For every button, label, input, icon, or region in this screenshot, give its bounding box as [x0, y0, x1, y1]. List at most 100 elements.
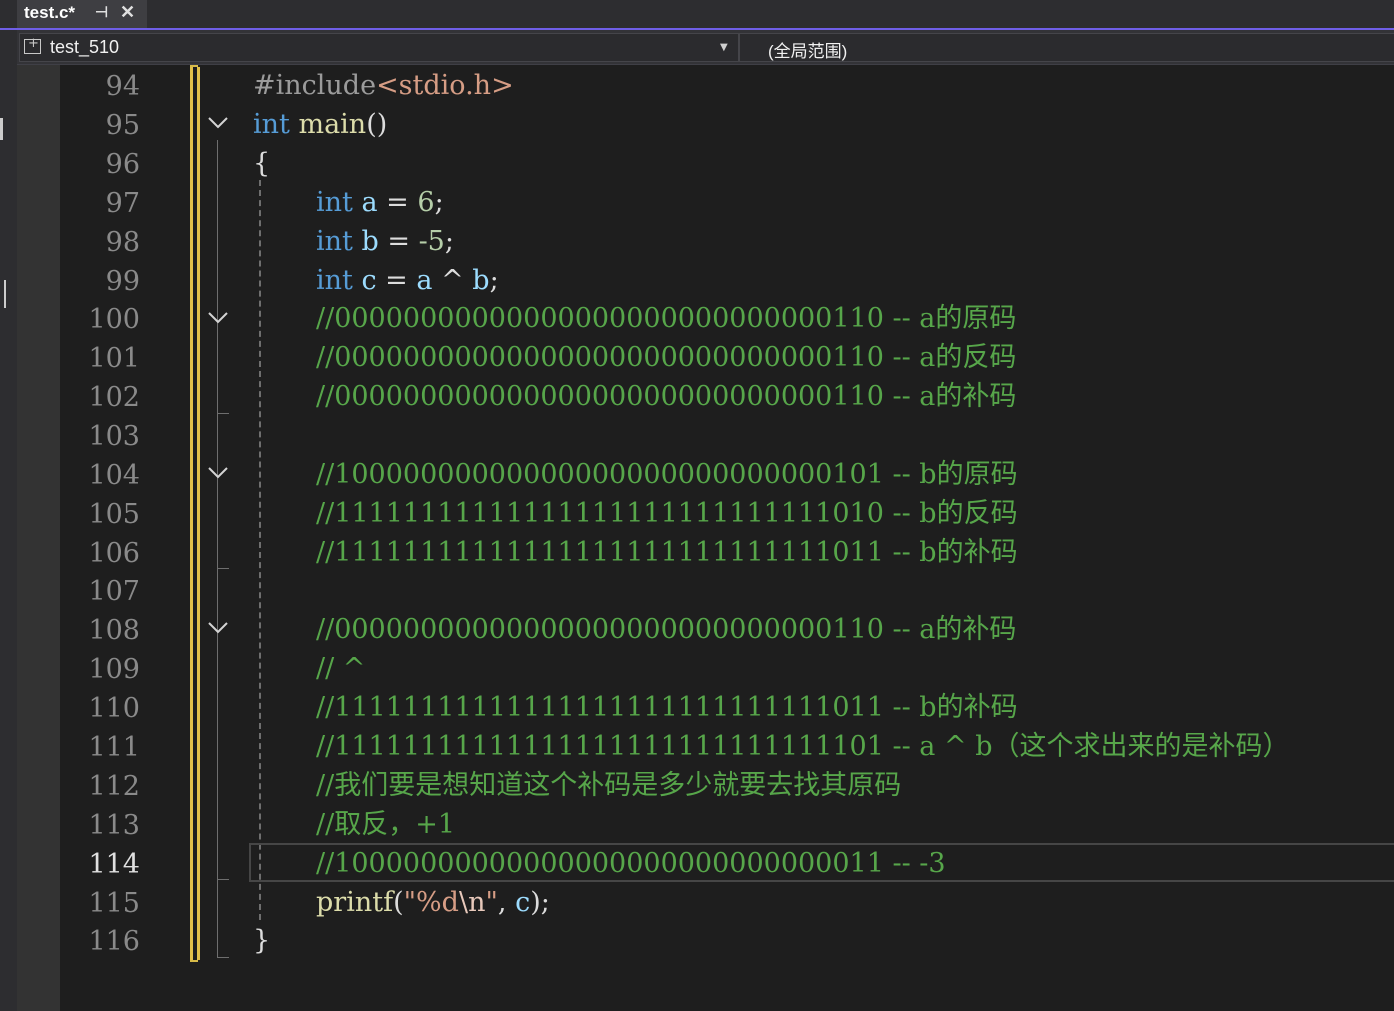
fold-guide	[217, 140, 218, 958]
comma: ,	[497, 887, 516, 918]
variable: c	[361, 265, 377, 296]
semicolon: ;	[489, 265, 499, 296]
number: 6	[417, 187, 435, 218]
scope-label: (全局范围)	[768, 42, 848, 61]
collapse-icon[interactable]	[206, 306, 230, 330]
chevron-down-icon[interactable]: ▼	[720, 42, 728, 53]
line-number: 108	[88, 615, 140, 646]
code-line-111[interactable]: //11111111111111111111111111111101 -- a …	[316, 727, 1289, 766]
code-line-105[interactable]: //11111111111111111111111111111010 -- b的…	[316, 494, 1018, 533]
keyword: int	[316, 226, 353, 257]
scope-dropdown[interactable]: (全局范围)	[739, 33, 1394, 62]
collapse-icon[interactable]	[206, 461, 230, 485]
dock-marker	[0, 118, 3, 140]
code-line-112[interactable]: //我们要是想知道这个补码是多少就要去找其原码	[316, 766, 901, 805]
line-number: 100	[88, 304, 140, 335]
tab-test-c[interactable]: test.c* ⊣ ✕	[17, 0, 147, 28]
include-header: <stdio.h>	[376, 70, 514, 101]
line-number: 112	[88, 771, 140, 802]
keyword: int	[253, 109, 290, 140]
line-number: 107	[88, 576, 140, 607]
line-number: 115	[88, 888, 140, 919]
semicolon: ;	[434, 187, 444, 218]
line-number: 106	[88, 538, 140, 569]
operator: =	[376, 265, 417, 296]
navigation-bar: test_510 ▼ (全局范围)	[17, 30, 1394, 65]
code-line-99[interactable]: int c = a ^ b;	[316, 261, 499, 300]
code-line-114[interactable]: //10000000000000000000000000000011 -- -3	[316, 844, 946, 883]
glyph-margin	[17, 65, 60, 1011]
operator: =	[377, 187, 418, 218]
code-line-115[interactable]: printf("%d\n", c);	[316, 883, 550, 922]
keyword: int	[316, 265, 353, 296]
pin-icon[interactable]: ⊣	[95, 3, 108, 21]
keyword: int	[316, 187, 353, 218]
code-line-102[interactable]: //00000000000000000000000000000110 -- a的…	[316, 377, 1016, 416]
code-line-97[interactable]: int a = 6;	[316, 183, 444, 222]
line-number: 110	[88, 693, 140, 724]
line-number: 111	[88, 732, 140, 763]
variable: b	[361, 226, 379, 257]
code-line-116[interactable]: }	[253, 921, 270, 960]
dock-marker	[4, 280, 6, 308]
function-name: main	[298, 109, 367, 140]
tab-title[interactable]: test.c*	[24, 3, 75, 23]
code-line-96[interactable]: {	[253, 144, 270, 183]
line-number: 94	[105, 71, 140, 102]
fold-end	[217, 413, 229, 414]
preprocessor-directive: #include	[253, 70, 377, 101]
line-number: 99	[105, 266, 140, 297]
paren-close: );	[530, 887, 550, 918]
code-line-109[interactable]: // ^	[316, 649, 365, 688]
code-line-104[interactable]: //10000000000000000000000000000101 -- b的…	[316, 455, 1018, 494]
variable: c	[515, 887, 531, 918]
fold-end	[217, 568, 229, 569]
code-line-106[interactable]: //11111111111111111111111111111011 -- b的…	[316, 533, 1018, 572]
line-number: 105	[88, 499, 140, 530]
code-line-100[interactable]: //00000000000000000000000000000110 -- a的…	[316, 299, 1016, 338]
code-line-110[interactable]: //11111111111111111111111111111011 -- b的…	[316, 688, 1018, 727]
project-dropdown[interactable]: test_510 ▼	[19, 33, 739, 62]
variable: b	[472, 265, 490, 296]
paren: (	[393, 887, 404, 918]
left-dock-edge	[0, 30, 17, 1011]
escape-sequence: \n	[458, 887, 486, 918]
code-line-98[interactable]: int b = -5;	[316, 222, 454, 261]
tab-strip: test.c* ⊣ ✕	[0, 0, 1394, 30]
change-tracking-bar	[190, 65, 200, 962]
project-icon	[24, 36, 41, 54]
line-number: 104	[88, 460, 140, 491]
indent-guide	[259, 180, 261, 920]
line-number: 96	[105, 149, 140, 180]
line-number: 102	[88, 382, 140, 413]
fold-end	[217, 957, 229, 958]
variable: a	[416, 265, 433, 296]
code-line-95[interactable]: int main()	[253, 105, 387, 144]
code-line-94[interactable]: #include<stdio.h>	[253, 66, 514, 105]
code-line-113[interactable]: //取反，+1	[316, 805, 455, 844]
line-number: 109	[88, 654, 140, 685]
function-name: printf	[316, 887, 394, 918]
operator: =	[378, 226, 419, 257]
line-number: 98	[105, 227, 140, 258]
operator: ^	[432, 265, 473, 296]
line-number: 113	[88, 810, 140, 841]
string-literal: "%d	[403, 887, 459, 918]
semicolon: ;	[444, 226, 454, 257]
line-number: 116	[88, 926, 140, 957]
code-line-101[interactable]: //00000000000000000000000000000110 -- a的…	[316, 338, 1016, 377]
line-number: 103	[88, 421, 140, 452]
collapse-icon[interactable]	[206, 111, 230, 135]
fold-end	[217, 879, 229, 880]
project-label: test_510	[50, 37, 120, 57]
variable: a	[361, 187, 378, 218]
collapse-icon[interactable]	[206, 616, 230, 640]
code-line-108[interactable]: //00000000000000000000000000000110 -- a的…	[316, 610, 1016, 649]
parens: ()	[366, 109, 388, 140]
number: -5	[418, 226, 445, 257]
close-icon[interactable]: ✕	[120, 2, 135, 23]
line-number-current: 114	[88, 849, 140, 880]
line-number: 101	[88, 343, 140, 374]
line-number: 97	[105, 188, 140, 219]
line-number: 95	[105, 110, 140, 141]
